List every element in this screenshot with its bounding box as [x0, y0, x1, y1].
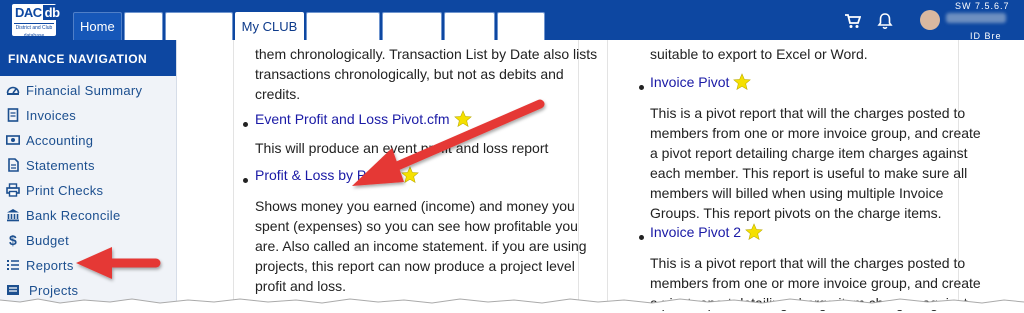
tab-support[interactable]: Support	[382, 12, 442, 40]
sidebar-item-invoices[interactable]: Invoices	[6, 105, 76, 125]
invoice-pivot-2-link[interactable]: Invoice Pivot 2	[650, 223, 763, 241]
user-avatar[interactable]	[920, 10, 940, 30]
document-icon	[8, 158, 19, 172]
bullet-icon	[243, 122, 248, 127]
user-id-label: ID Bre	[970, 31, 1002, 41]
sidebar-item-label: Financial Summary	[26, 82, 143, 98]
user-name-blurred[interactable]	[946, 13, 1006, 23]
tab-my-data[interactable]: My DATA	[164, 12, 233, 40]
tab-home[interactable]: Home	[73, 12, 122, 40]
intro-text: them chronologically. Transaction List b…	[255, 46, 598, 102]
sidebar-item-statements[interactable]: Statements	[6, 155, 95, 175]
bank-icon	[7, 209, 19, 222]
sidebar-item-print-checks[interactable]: Print Checks	[6, 180, 103, 200]
list-icon	[7, 260, 19, 270]
sidebar-item-budget[interactable]: $ Budget	[6, 230, 69, 250]
bullet-icon	[639, 85, 644, 90]
sidebar-item-bank-reconcile[interactable]: Bank Reconcile	[6, 205, 121, 225]
printer-icon	[6, 183, 20, 197]
sidebar-item-accounting[interactable]: Accounting	[6, 130, 93, 150]
sidebar-item-label: Bank Reconcile	[26, 207, 121, 223]
tab-setup[interactable]: Setup	[496, 12, 545, 40]
event-profit-loss-pivot-link[interactable]: Event Profit and Loss Pivot.cfm	[255, 110, 472, 128]
cart-icon[interactable]	[843, 12, 861, 30]
bullet-icon	[639, 235, 644, 240]
sidebar-title: FINANCE NAVIGATION	[0, 40, 176, 76]
tab-district[interactable]: DISTRICT	[306, 12, 381, 40]
sidebar-item-financial-summary[interactable]: Financial Summary	[6, 80, 142, 100]
star-icon	[401, 166, 420, 184]
dashboard-icon	[6, 86, 20, 95]
sidebar-item-reports[interactable]: Reports	[6, 255, 74, 275]
dacdb-logo[interactable]: DAC db District and Club database	[12, 4, 62, 39]
tab-find[interactable]: Find	[123, 12, 163, 40]
profit-loss-desc: Shows money you earned (income) and mone…	[255, 198, 587, 294]
event-profit-loss-desc: This will produce an event profit and lo…	[255, 140, 549, 156]
version-label: SW 7.5.6.7	[955, 1, 1010, 11]
torn-edge	[0, 298, 1024, 310]
sidebar-item-label: Budget	[26, 232, 70, 248]
bullet-icon	[243, 178, 248, 183]
projects-icon	[7, 285, 19, 295]
main-tabs: Home Find My DATA My CLUB DISTRICT Suppo…	[73, 12, 547, 40]
sidebar-item-label: Print Checks	[26, 182, 104, 198]
sidebar-item-label: Reports	[26, 257, 74, 273]
star-icon	[745, 223, 763, 241]
tab-admin[interactable]: Admin	[443, 12, 495, 40]
intro-text-right: suitable to export to Excel or Word.	[650, 46, 868, 62]
top-navbar: DAC db District and Club database Home Fi…	[0, 0, 1024, 41]
money-icon	[6, 135, 20, 145]
invoice-pivot-link[interactable]: Invoice Pivot	[650, 73, 752, 91]
star-icon	[733, 73, 752, 91]
sidebar-item-label: Statements	[26, 157, 95, 173]
star-icon	[453, 110, 472, 128]
profit-loss-by-period-link[interactable]: Profit & Loss by Period	[255, 166, 420, 184]
tab-my-club[interactable]: My CLUB	[234, 12, 305, 40]
sidebar-item-label: Accounting	[26, 132, 94, 148]
bell-icon[interactable]	[876, 12, 894, 30]
invoice-icon	[7, 108, 19, 122]
dollar-icon: $	[8, 232, 18, 248]
invoice-pivot-desc: This is a pivot report that will the cha…	[650, 105, 981, 221]
sidebar-item-label: Invoices	[26, 107, 77, 123]
